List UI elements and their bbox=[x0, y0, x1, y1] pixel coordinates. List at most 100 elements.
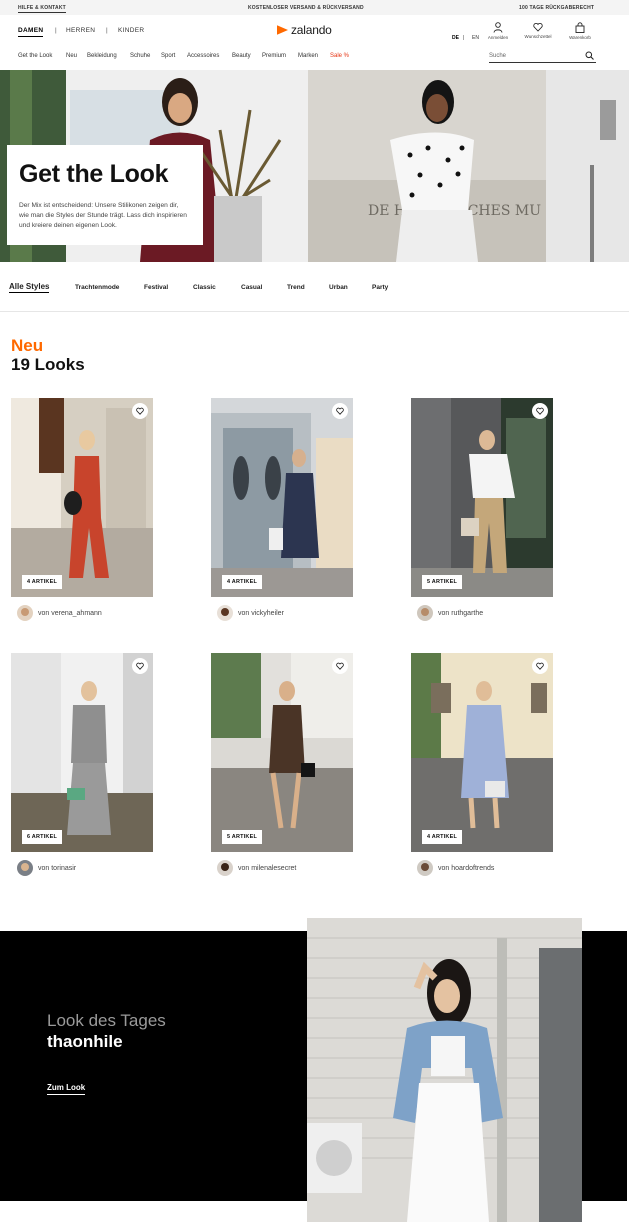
nav-marken[interactable]: Marken bbox=[298, 53, 318, 59]
style-tab-party[interactable]: Party bbox=[372, 284, 388, 291]
look-photo bbox=[11, 398, 153, 597]
nav-premium[interactable]: Premium bbox=[262, 53, 286, 59]
wishlist-label: Wunschzettel bbox=[524, 34, 552, 39]
style-tab-casual[interactable]: Casual bbox=[241, 284, 262, 291]
author-name: von milenalesecret bbox=[238, 864, 297, 872]
top-info-bar: HILFE & KONTAKT KOSTENLOSER VERSAND & RÜ… bbox=[0, 0, 629, 15]
style-tab-alle-styles[interactable]: Alle Styles bbox=[9, 282, 50, 293]
cart-button[interactable]: Warenkorb bbox=[563, 22, 597, 40]
look-card[interactable]: 5 ARTIKEL von ruthgarthe bbox=[411, 398, 553, 621]
article-count-badge: 5 ARTIKEL bbox=[422, 575, 463, 589]
look-author[interactable]: von milenalesecret bbox=[217, 860, 296, 876]
look-image[interactable]: 5 ARTIKEL bbox=[211, 653, 353, 852]
cart-label: Warenkorb bbox=[569, 35, 591, 40]
nav-bekleidung[interactable]: Bekleidung bbox=[87, 53, 117, 59]
section-kicker: Neu bbox=[11, 336, 44, 355]
article-count-badge: 4 ARTIKEL bbox=[222, 575, 263, 589]
look-author[interactable]: von verena_ahmann bbox=[17, 605, 102, 621]
wishlist-toggle[interactable] bbox=[332, 403, 348, 419]
nav-accessoires[interactable]: Accessoires bbox=[187, 53, 219, 59]
language-en[interactable]: EN bbox=[472, 35, 479, 41]
look-author[interactable]: von ruthgarthe bbox=[417, 605, 483, 621]
search-input[interactable]: Suche bbox=[489, 50, 596, 63]
zalando-logo[interactable]: zalando bbox=[277, 23, 332, 37]
zum-look-link[interactable]: Zum Look bbox=[47, 1083, 86, 1095]
avatar bbox=[17, 605, 33, 621]
heart-icon bbox=[336, 662, 344, 670]
look-image[interactable]: 4 ARTIKEL bbox=[411, 653, 553, 852]
look-card[interactable]: 4 ARTIKEL von verena_ahmann bbox=[11, 398, 153, 621]
article-count-badge: 5 ARTIKEL bbox=[222, 830, 263, 844]
look-image[interactable]: 6 ARTIKEL bbox=[11, 653, 153, 852]
look-image[interactable]: 5 ARTIKEL bbox=[411, 398, 553, 597]
look-author[interactable]: von torinasir bbox=[17, 860, 76, 876]
nav-schuhe[interactable]: Schuhe bbox=[130, 53, 150, 59]
language-de[interactable]: DE bbox=[452, 35, 459, 41]
avatar bbox=[217, 860, 233, 876]
wishlist-toggle[interactable] bbox=[132, 403, 148, 419]
article-count-badge: 4 ARTIKEL bbox=[22, 575, 63, 589]
hero-banner: DE HISTORISCHES MU Get the Look Der Mix … bbox=[0, 70, 629, 262]
login-label: Anmelden bbox=[487, 35, 509, 40]
heart-icon bbox=[536, 662, 544, 670]
article-count-badge: 6 ARTIKEL bbox=[22, 830, 63, 844]
article-count-badge: 4 ARTIKEL bbox=[422, 830, 463, 844]
bag-icon bbox=[575, 22, 585, 33]
author-name: von ruthgarthe bbox=[438, 609, 484, 617]
look-author[interactable]: von vickyheiler bbox=[217, 605, 284, 621]
style-tab-trachtenmode[interactable]: Trachtenmode bbox=[75, 284, 119, 291]
nav-sport[interactable]: Sport bbox=[161, 53, 175, 59]
look-card[interactable]: 6 ARTIKEL von torinasir bbox=[11, 653, 153, 876]
avatar bbox=[17, 860, 33, 876]
author-name: von torinasir bbox=[38, 864, 77, 872]
style-tab-urban[interactable]: Urban bbox=[329, 284, 348, 291]
help-contact-link[interactable]: HILFE & KONTAKT bbox=[18, 5, 66, 13]
hero-card: Get the Look Der Mix ist entscheidend: U… bbox=[7, 145, 203, 245]
heart-icon bbox=[536, 407, 544, 415]
avatar bbox=[417, 605, 433, 621]
avatar bbox=[417, 860, 433, 876]
style-tab-classic[interactable]: Classic bbox=[193, 284, 216, 291]
wishlist-toggle[interactable] bbox=[332, 658, 348, 674]
shipping-info: KOSTENLOSER VERSAND & RÜCKVERSAND bbox=[248, 5, 364, 11]
style-tab-festival[interactable]: Festival bbox=[144, 284, 168, 291]
wishlist-toggle[interactable] bbox=[532, 658, 548, 674]
user-icon bbox=[493, 22, 503, 33]
look-image[interactable]: 4 ARTIKEL bbox=[11, 398, 153, 597]
nav-sale[interactable]: Sale % bbox=[330, 53, 349, 59]
looks-count: 19 Looks bbox=[11, 355, 85, 374]
look-image[interactable]: 4 ARTIKEL bbox=[211, 398, 353, 597]
wishlist-button[interactable]: Wunschzettel bbox=[521, 22, 555, 39]
login-button[interactable]: Anmelden bbox=[481, 22, 515, 40]
hero-description: Der Mix ist entscheidend: Unsere Stiliko… bbox=[19, 202, 187, 229]
look-card[interactable]: 4 ARTIKEL von hoardoftrends bbox=[411, 653, 553, 876]
zalando-logo-icon bbox=[277, 25, 288, 35]
search-icon[interactable] bbox=[585, 51, 594, 60]
language-separator: | bbox=[463, 35, 465, 41]
look-photo bbox=[411, 653, 553, 852]
tab-damen[interactable]: DAMEN bbox=[18, 27, 44, 37]
heart-icon bbox=[136, 662, 144, 670]
style-tab-trend[interactable]: Trend bbox=[287, 284, 305, 291]
heart-icon bbox=[136, 407, 144, 415]
logo-text: zalando bbox=[291, 23, 332, 37]
wishlist-toggle[interactable] bbox=[532, 403, 548, 419]
hero-title: Get the Look bbox=[19, 160, 169, 188]
look-photo bbox=[11, 653, 153, 852]
gender-separator: | bbox=[106, 27, 108, 34]
gender-separator: | bbox=[55, 27, 57, 34]
nav-beauty[interactable]: Beauty bbox=[232, 53, 251, 59]
author-name: von verena_ahmann bbox=[38, 609, 102, 617]
look-card[interactable]: 5 ARTIKEL von milenalesecret bbox=[211, 653, 353, 876]
look-photo bbox=[211, 398, 353, 597]
section-divider bbox=[0, 311, 629, 312]
nav-get-the-look[interactable]: Get the Look bbox=[18, 53, 52, 59]
look-card[interactable]: 4 ARTIKEL von vickyheiler bbox=[211, 398, 353, 621]
look-of-the-day-photo bbox=[307, 918, 582, 1222]
nav-neu[interactable]: Neu bbox=[66, 53, 77, 59]
tab-herren[interactable]: HERREN bbox=[66, 27, 95, 34]
tab-kinder[interactable]: KINDER bbox=[118, 27, 144, 34]
look-author[interactable]: von hoardoftrends bbox=[417, 860, 494, 876]
wishlist-toggle[interactable] bbox=[132, 658, 148, 674]
look-of-the-day-image[interactable] bbox=[307, 918, 582, 1222]
